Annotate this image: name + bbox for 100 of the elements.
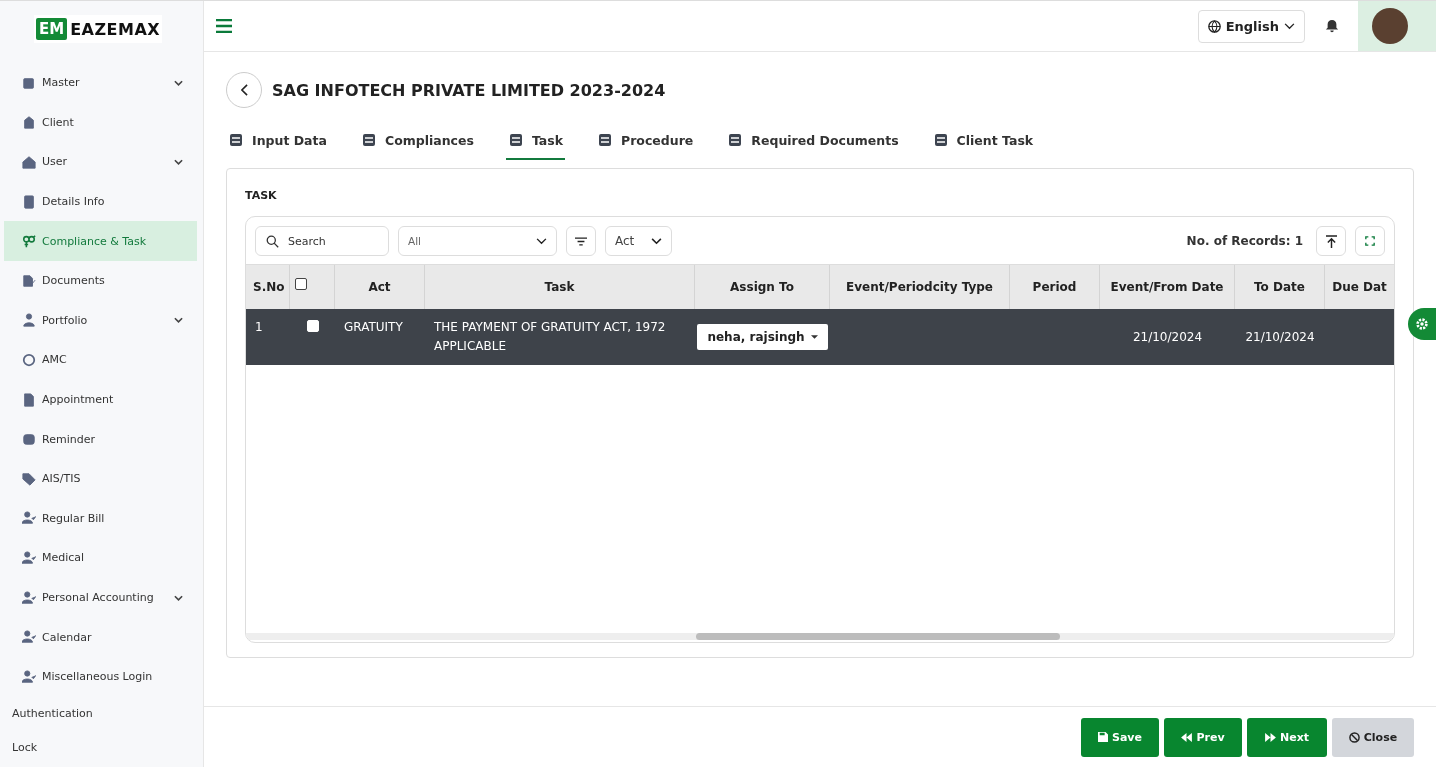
tab[interactable]: Compliances — [358, 122, 476, 160]
person-check-icon — [22, 669, 36, 684]
search-icon — [266, 235, 279, 248]
sidebar-item[interactable]: Client — [4, 102, 197, 143]
save-button[interactable]: Save — [1081, 717, 1159, 757]
page-title: SAG INFOTECH PRIVATE LIMITED 2023-2024 — [272, 80, 666, 100]
sidebar-item[interactable]: Reminder — [4, 419, 197, 459]
tab[interactable]: Procedure — [595, 122, 696, 160]
gender-icon — [22, 234, 36, 249]
sidebar-item[interactable]: Miscellaneous Login — [4, 656, 197, 697]
chevron-down-icon — [1284, 22, 1295, 30]
language-dropdown[interactable]: English — [1197, 9, 1305, 43]
doc-edit-icon — [22, 273, 36, 288]
bell-icon[interactable] — [1325, 19, 1339, 33]
chevron-down-icon — [536, 237, 547, 245]
house-icon — [22, 155, 36, 169]
fullscreen-button[interactable] — [1355, 226, 1385, 256]
tab-icon — [228, 132, 244, 148]
upload-icon — [1325, 234, 1337, 248]
sidebar-item[interactable]: Details Info — [4, 181, 197, 222]
back-button[interactable] — [226, 72, 262, 108]
tab-icon — [932, 132, 949, 148]
globe-icon — [1207, 19, 1221, 33]
tab[interactable]: Required Documents — [725, 122, 901, 160]
settings-icon — [1415, 317, 1429, 331]
tab-icon — [507, 132, 524, 148]
sidebar-item[interactable]: AIS/TIS — [4, 458, 197, 499]
sidebar-link[interactable]: Lock — [0, 730, 203, 765]
table-row[interactable]: 1 GRATUITY THE PAYMENT OF GRATUITY ACT, 1972 APPLICABLE neha, rajsingh 21/10/2024 21/10/2024 — [246, 309, 1394, 365]
filter-icon — [575, 236, 587, 246]
chevron-down-icon — [174, 79, 183, 86]
tab[interactable]: Input Data — [226, 122, 329, 160]
person-check-icon — [22, 590, 36, 605]
column-header: Act — [368, 280, 391, 294]
records-count: No. of Records: 1 — [1186, 234, 1303, 248]
table-cell: 1 — [255, 320, 263, 334]
column-header: To Date — [1254, 280, 1305, 294]
chevron-down-icon — [174, 317, 183, 324]
save-icon — [1098, 732, 1108, 742]
next-button[interactable]: Next — [1247, 717, 1327, 757]
sidebar-item[interactable]: Compliance & Task — [4, 221, 197, 261]
sidebar-item[interactable]: User — [4, 142, 197, 182]
column-header: Due Dat — [1332, 280, 1387, 294]
column-header: S.No — [253, 280, 285, 294]
settings-button[interactable] — [1408, 308, 1436, 340]
sidebar-item[interactable]: Medical — [4, 538, 197, 578]
person-check-icon — [22, 630, 36, 645]
column-header: Event/Periodcity Type — [846, 280, 993, 294]
select-all-checkbox[interactable] — [295, 278, 307, 290]
sidebar-item[interactable]: Appointment — [4, 379, 197, 420]
search-field[interactable]: Search — [255, 226, 389, 256]
tab-icon — [360, 132, 377, 148]
tab[interactable]: Task — [505, 122, 566, 160]
assign-dropdown[interactable]: neha, rajsingh — [697, 324, 828, 350]
sidebar-item[interactable]: Documents — [4, 260, 197, 301]
menu-icon[interactable] — [216, 19, 232, 33]
person-check-icon — [22, 550, 36, 565]
table-cell: 21/10/2024 — [1132, 330, 1203, 344]
tab[interactable]: Client Task — [930, 122, 1036, 160]
scrollbar[interactable] — [246, 633, 1394, 640]
export-button[interactable] — [1316, 226, 1346, 256]
chevron-down-icon — [174, 159, 183, 165]
sidebar-item[interactable]: Calendar — [4, 617, 197, 657]
column-header: Assign To — [730, 280, 794, 294]
rewind-icon — [1181, 732, 1193, 742]
fast-forward-icon — [1265, 732, 1276, 742]
tab-icon — [727, 132, 744, 148]
close-button[interactable]: Close — [1332, 717, 1414, 757]
section-title: TASK — [245, 189, 278, 202]
person-check-icon — [22, 511, 36, 526]
column-header: Task — [544, 280, 575, 294]
square-icon — [22, 75, 36, 90]
tab-icon — [597, 132, 614, 148]
chevron-left-icon — [240, 84, 248, 96]
act-dropdown[interactable]: Act — [605, 226, 672, 256]
sidebar-item[interactable]: AMC — [4, 340, 197, 380]
column-header: Period — [1032, 280, 1077, 294]
eazemax-logo: EM EAZEMAX — [34, 15, 163, 43]
tag-icon — [22, 471, 36, 486]
doc-icon — [22, 392, 36, 407]
chevron-down-icon — [174, 594, 183, 601]
table-cell: 21/10/2024 — [1245, 330, 1315, 344]
sidebar-item[interactable]: Regular Bill — [4, 498, 197, 539]
expand-icon — [1365, 236, 1375, 246]
ban-icon — [1348, 731, 1360, 743]
chevron-down-icon — [651, 237, 662, 245]
caret-icon — [810, 335, 818, 339]
column-header: Event/From Date — [1110, 280, 1224, 294]
table-cell: GRATUITY — [344, 320, 403, 334]
sidebar-link[interactable]: Authentication — [0, 696, 203, 731]
sidebar-item[interactable]: Portfolio — [4, 300, 197, 341]
sidebar-item[interactable]: Personal Accounting — [4, 577, 197, 618]
table-cell-text: THE PAYMENT OF GRATUITY ACT, 1972 APPLICABLE — [434, 319, 667, 355]
filter-button[interactable] — [566, 226, 596, 256]
row-checkbox[interactable] — [307, 320, 319, 332]
sidebar-item[interactable]: Master — [4, 63, 197, 103]
filter-dropdown[interactable]: All — [398, 226, 557, 256]
user-avatar[interactable] — [1372, 8, 1408, 44]
person-icon — [22, 313, 36, 328]
prev-button[interactable]: Prev — [1164, 717, 1242, 757]
